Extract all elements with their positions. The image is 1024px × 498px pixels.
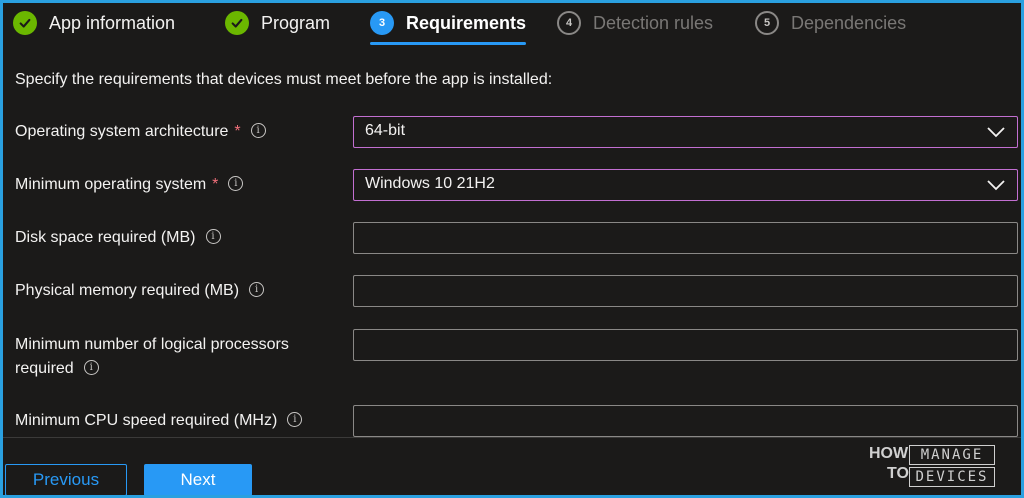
disk-space-label: Disk space required (MB) i	[15, 226, 221, 250]
required-marker: *	[212, 176, 219, 193]
step-number-badge: 3	[370, 11, 394, 35]
disk-space-input[interactable]	[353, 222, 1018, 254]
required-marker: *	[234, 123, 241, 140]
minimum-os-value: Windows 10 21H2	[365, 175, 495, 192]
intro-text: Specify the requirements that devices mu…	[15, 71, 553, 88]
step-label: Program	[261, 13, 331, 33]
previous-button[interactable]: Previous	[5, 464, 127, 495]
info-icon[interactable]: i	[249, 282, 265, 298]
chevron-down-icon	[987, 127, 1005, 138]
step-dependencies[interactable]: 5 Dependencies	[755, 11, 906, 47]
step-app-information[interactable]: App information	[13, 11, 175, 47]
wizard-steps: App information Program 3 Requirements 4…	[3, 3, 1021, 55]
logical-processors-label: Minimum number of logical processors req…	[15, 336, 289, 377]
info-icon[interactable]: i	[250, 123, 266, 139]
app-wizard: App information Program 3 Requirements 4…	[0, 0, 1024, 498]
next-button[interactable]: Next	[144, 464, 252, 495]
logical-processors-input[interactable]	[353, 329, 1018, 361]
os-architecture-dropdown[interactable]: 64-bit	[353, 116, 1018, 148]
os-architecture-label: Operating system architecture * i	[15, 120, 266, 144]
watermark-logo: HOW TO MANAGE DEVICES	[869, 443, 999, 491]
info-icon[interactable]: i	[287, 412, 303, 428]
cpu-speed-label: Minimum CPU speed required (MHz) i	[15, 409, 303, 433]
step-label: Requirements	[406, 13, 527, 33]
cpu-speed-input[interactable]	[353, 405, 1018, 437]
chevron-down-icon	[987, 180, 1005, 191]
step-detection-rules[interactable]: 4 Detection rules	[557, 11, 713, 47]
minimum-os-label: Minimum operating system * i	[15, 173, 244, 197]
checkmark-icon	[13, 11, 37, 35]
step-number-badge: 4	[557, 11, 581, 35]
info-icon[interactable]: i	[228, 176, 244, 192]
physical-memory-label: Physical memory required (MB) i	[15, 279, 265, 303]
step-label: Detection rules	[593, 13, 714, 33]
os-architecture-value: 64-bit	[365, 122, 406, 139]
step-number-badge: 5	[755, 11, 779, 35]
info-icon[interactable]: i	[205, 229, 221, 245]
step-requirements[interactable]: 3 Requirements	[370, 11, 527, 47]
minimum-os-dropdown[interactable]: Windows 10 21H2	[353, 169, 1018, 201]
step-label: App information	[49, 13, 176, 33]
step-label: Dependencies	[791, 13, 907, 33]
checkmark-icon	[225, 11, 249, 35]
info-icon[interactable]: i	[83, 360, 99, 376]
physical-memory-input[interactable]	[353, 275, 1018, 307]
step-program[interactable]: Program	[225, 11, 330, 47]
